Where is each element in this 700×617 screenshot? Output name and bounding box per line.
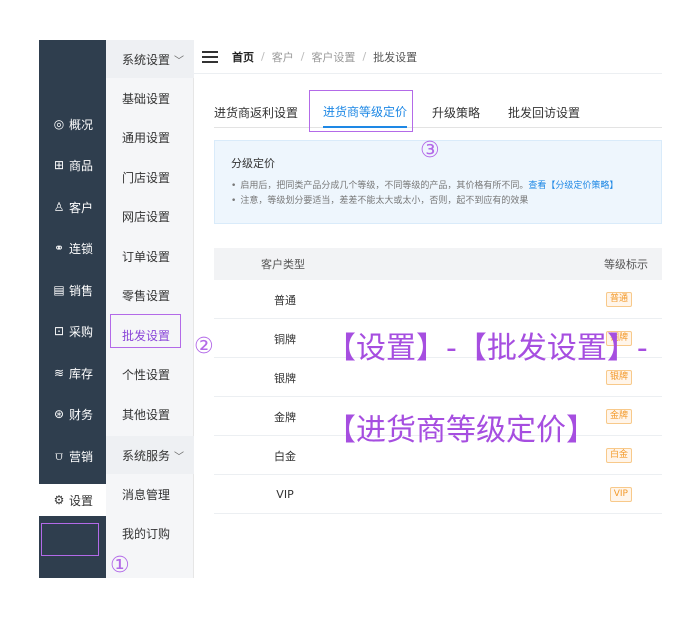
column-header-type: 客户类型 — [261, 258, 305, 271]
level-badge: VIP — [609, 487, 632, 502]
tab-upgrade-strategy[interactable]: 升级策略 — [432, 96, 480, 128]
breadcrumb-customer-settings[interactable]: 客户设置 — [311, 49, 355, 65]
link-icon: ⚭ — [53, 241, 65, 255]
sub-group-label: 系统服务 — [122, 448, 171, 463]
cell-type: VIP — [276, 488, 294, 501]
nav-item-sales[interactable]: ▤ 销售 — [39, 275, 106, 305]
layers-icon: ≋ — [53, 366, 65, 380]
annotation-step-2: ② — [194, 334, 214, 359]
table-row[interactable]: VIP VIP — [214, 475, 662, 514]
annotation-step-3: ③ — [420, 138, 440, 163]
nav-item-label: 营销 — [68, 449, 93, 464]
chevron-down-icon: ﹀ — [174, 451, 185, 463]
tab-revisit-settings[interactable]: 批发回访设置 — [508, 96, 580, 128]
breadcrumb-separator: / — [362, 50, 367, 63]
customer-level-table: 客户类型 等级标示 普通 普通 铜牌 铜牌 银牌 银牌 金牌 金牌 白金 白金 … — [214, 248, 662, 514]
sub-item-other[interactable]: 其他设置 — [106, 401, 194, 427]
nav-item-inventory[interactable]: ≋ 库存 — [39, 358, 106, 388]
nav-item-label: 销售 — [68, 283, 93, 298]
sub-group-system-services[interactable]: 系统服务 ﹀ — [106, 436, 194, 474]
breadcrumb-current: 批发设置 — [373, 50, 418, 64]
sub-item-personal[interactable]: 个性设置 — [106, 361, 194, 387]
nav-item-label: 连锁 — [68, 241, 93, 256]
chevron-down-icon: ﹀ — [174, 55, 185, 67]
sub-item-retail[interactable]: 零售设置 — [106, 282, 194, 308]
sub-item-messages[interactable]: 消息管理 — [106, 481, 194, 507]
nav-item-label: 客户 — [68, 200, 93, 215]
sub-item-order[interactable]: 订单设置 — [106, 243, 194, 269]
grid-icon: ⊞ — [53, 158, 65, 172]
nav-item-marketing[interactable]: ⩌ 营销 — [39, 441, 106, 471]
nav-item-customers[interactable]: ♙ 客户 — [39, 192, 106, 222]
document-icon: ▤ — [53, 283, 65, 297]
nav-item-label: 采购 — [68, 324, 93, 339]
pricing-strategy-link[interactable]: 查看【分级定价策略】 — [528, 181, 618, 191]
nav-item-settings[interactable]: ⚙ 设置 — [39, 484, 106, 516]
table-row[interactable]: 普通 普通 — [214, 280, 662, 319]
annotation-text-path: 【设置】-【批发设置】- — [326, 331, 648, 366]
nav-item-finance[interactable]: ⊛ 财务 — [39, 399, 106, 429]
sub-group-label: 系统设置 — [122, 52, 171, 67]
annotation-box-tab — [309, 90, 413, 132]
level-badge: 白金 — [605, 448, 632, 463]
info-text: 启用后，把同类产品分成几个等级，不同等级的产品，其价格有所不同。 — [240, 181, 529, 191]
nav-item-label: 概况 — [68, 117, 93, 132]
nav-item-label: 财务 — [68, 407, 93, 422]
sub-item-webshop[interactable]: 网店设置 — [106, 203, 194, 229]
breadcrumb-separator: / — [300, 50, 305, 63]
megaphone-icon: ⩌ — [55, 448, 63, 463]
user-icon: ♙ — [53, 200, 65, 214]
sub-item-basic[interactable]: 基础设置 — [106, 85, 194, 111]
annotation-box-settings — [41, 523, 99, 556]
tab-bar: 进货商返利设置 进货商等级定价 升级策略 批发回访设置 — [214, 96, 662, 128]
table-header: 客户类型 等级标示 — [214, 248, 662, 280]
breadcrumb-separator: / — [261, 50, 265, 63]
sub-group-system-settings[interactable]: 系统设置 ﹀ — [106, 40, 194, 78]
header: 首页 / 客户 / 客户设置 / 批发设置 — [194, 40, 662, 74]
info-text: 注意，等级划分要适当，差差不能太大或太小，否则，起不到应有的效果 — [240, 196, 529, 206]
annotation-box-wholesale — [110, 314, 181, 348]
cell-type: 金牌 — [274, 410, 296, 424]
cart-icon: ⊡ — [53, 324, 65, 338]
cell-type: 银牌 — [274, 371, 296, 385]
nav-item-chain[interactable]: ⚭ 连锁 — [39, 233, 106, 263]
level-badge: 普通 — [605, 292, 632, 307]
gear-icon: ⚙ — [53, 493, 65, 507]
breadcrumb-home[interactable]: 首页 — [232, 49, 254, 65]
annotation-step-1: ① — [110, 553, 130, 578]
nav-item-purchase[interactable]: ⊡ 采购 — [39, 316, 106, 346]
info-line: • 注意，等级划分要适当，差差不能太大或太小，否则，起不到应有的效果 — [231, 196, 529, 206]
money-icon: ⊛ — [53, 407, 65, 421]
sub-item-general[interactable]: 通用设置 — [106, 124, 194, 150]
cell-type: 白金 — [274, 449, 296, 463]
nav-item-overview[interactable]: ◎ 概况 — [39, 109, 106, 139]
menu-icon[interactable] — [202, 50, 218, 63]
info-line: • 启用后，把同类产品分成几个等级，不同等级的产品，其价格有所不同。查看【分级定价… — [231, 181, 619, 191]
tab-rebate-settings[interactable]: 进货商返利设置 — [214, 96, 298, 128]
nav-item-label: 商品 — [68, 158, 93, 173]
level-badge: 金牌 — [605, 409, 632, 424]
annotation-text-target: 【进货商等级定价】 — [326, 413, 596, 448]
sub-nav: 系统设置 ﹀ 基础设置 通用设置 门店设置 网店设置 订单设置 零售设置 批发设… — [106, 40, 194, 578]
nav-item-label: 库存 — [68, 366, 93, 381]
cell-type: 普通 — [274, 293, 296, 307]
breadcrumb-customers[interactable]: 客户 — [272, 49, 294, 65]
column-header-badge: 等级标示 — [604, 258, 648, 271]
nav-item-products[interactable]: ⊞ 商品 — [39, 150, 106, 180]
compass-icon: ◎ — [53, 117, 65, 131]
sub-item-subscriptions[interactable]: 我的订购 — [106, 520, 194, 546]
nav-item-label: 设置 — [68, 493, 93, 508]
cell-type: 铜牌 — [274, 332, 296, 346]
sub-item-store[interactable]: 门店设置 — [106, 164, 194, 190]
level-badge: 银牌 — [605, 370, 632, 385]
